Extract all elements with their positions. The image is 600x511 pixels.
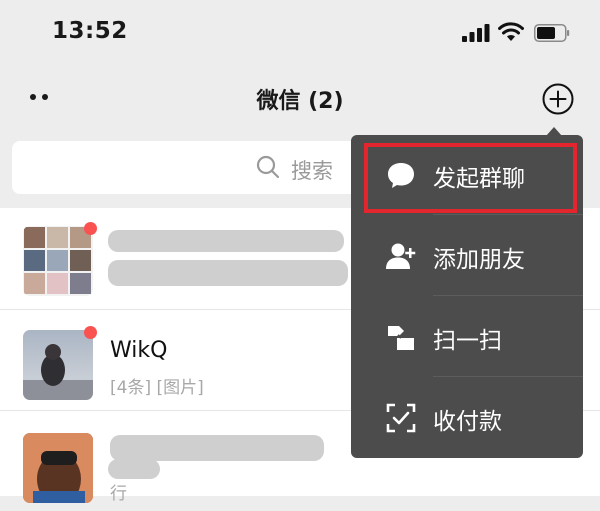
search-icon: [256, 155, 280, 179]
menu-item-add-friend[interactable]: 添加朋友: [351, 216, 583, 296]
blurred-chat-preview: [108, 459, 160, 479]
app-header: 微信 (2): [0, 64, 600, 128]
search-bar[interactable]: 搜索: [12, 141, 372, 194]
wifi-icon: [498, 22, 524, 41]
battery-icon: [534, 24, 570, 42]
menu-divider: [433, 214, 583, 215]
menu-item-label: 扫一扫: [433, 328, 502, 354]
add-plus-button[interactable]: [541, 82, 575, 116]
menu-divider: [433, 376, 583, 377]
search-placeholder: 搜索: [291, 159, 333, 183]
wikq-avatar: [23, 330, 93, 400]
chat-preview: [4条] [图片]: [110, 378, 204, 398]
payment-icon: [386, 403, 416, 433]
cellular-signal-icon: [462, 24, 490, 42]
menu-item-label: 收付款: [433, 409, 502, 435]
blurred-chat-name: [108, 230, 344, 252]
chat-name: WikQ: [110, 338, 168, 363]
menu-item-scan[interactable]: 扫一扫: [351, 297, 583, 377]
blurred-chat-preview: [108, 260, 348, 286]
menu-item-label: 添加朋友: [433, 247, 525, 273]
status-time: 13:52: [52, 18, 128, 44]
group-avatar: [23, 226, 93, 296]
chat-avatar: [23, 433, 93, 503]
menu-item-payment[interactable]: 收付款: [351, 378, 583, 458]
chat-preview: 行: [110, 484, 127, 504]
unread-badge: [84, 222, 97, 235]
scan-icon: [388, 326, 414, 350]
add-friend-icon: [386, 243, 416, 269]
page-title: 微信 (2): [256, 89, 344, 114]
status-bar: 13:52: [0, 0, 600, 64]
highlight-box: [364, 143, 577, 213]
menu-divider: [433, 295, 583, 296]
unread-badge: [84, 326, 97, 339]
blurred-chat-name: [110, 435, 324, 461]
